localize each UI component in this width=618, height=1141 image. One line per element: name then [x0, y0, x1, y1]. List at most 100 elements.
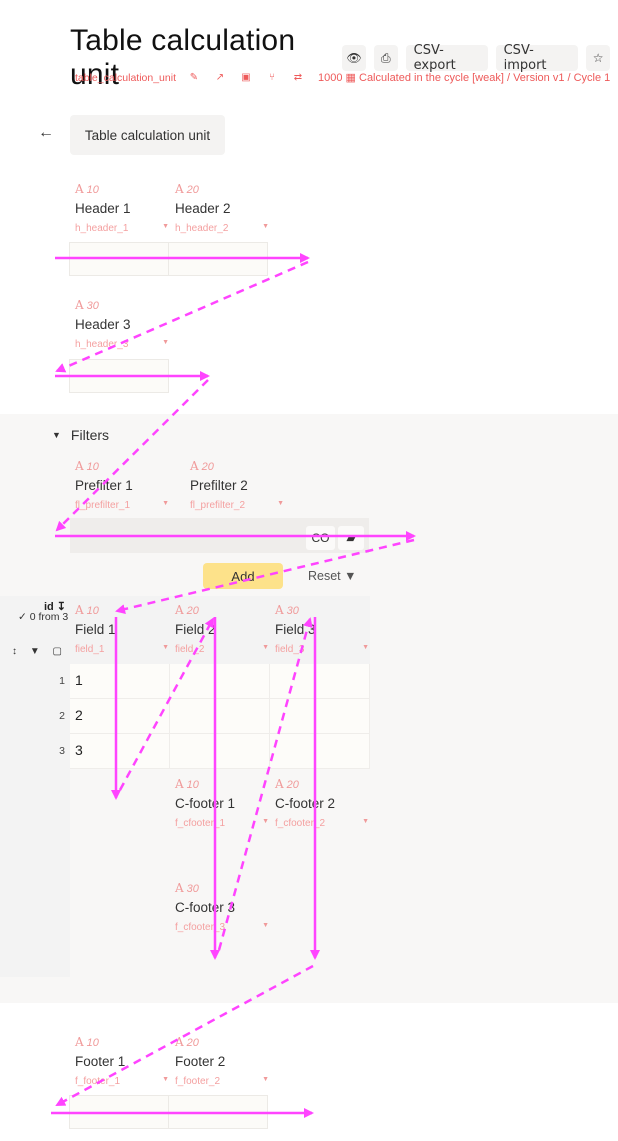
image-icon[interactable]: ▣	[240, 72, 252, 83]
caret-down-icon: ▼	[162, 223, 169, 230]
printer-icon: ⎙	[380, 50, 391, 65]
header-field: A 20 Header 2 h_header_2 ▼	[175, 182, 275, 234]
row-id[interactable]: 3	[40, 745, 65, 757]
column-header: A 20 Field 2 field_2 ▼	[175, 603, 275, 655]
breadcrumb[interactable]: Table calculation unit	[70, 115, 225, 155]
row-id[interactable]: 2	[40, 710, 65, 722]
header-value-cell[interactable]	[168, 242, 268, 276]
reset-button[interactable]: Reset ▼	[308, 569, 357, 583]
column-code-dropdown[interactable]: field_1 ▼	[75, 644, 175, 655]
type-icon: A	[175, 777, 184, 791]
footer-values-row	[69, 1095, 268, 1129]
footer-value-cell[interactable]	[69, 1095, 169, 1129]
add-button[interactable]: Add	[203, 563, 283, 589]
external-link-icon[interactable]: ↗	[214, 72, 226, 83]
field-label: Header 1	[75, 201, 131, 216]
type-icon: A	[75, 1035, 84, 1049]
caret-down-icon: ▼	[162, 500, 169, 507]
caret-down-icon: ▼	[162, 339, 169, 346]
table-row: 2	[70, 699, 370, 734]
favorite-button[interactable]: ☆	[586, 45, 611, 71]
caret-down-icon: ▼	[262, 1076, 269, 1083]
caret-down-icon: ▼	[362, 644, 369, 651]
field-code-dropdown[interactable]: h_header_2 ▼	[175, 223, 275, 234]
type-icon: A	[75, 603, 84, 617]
table-row: 3	[70, 734, 370, 769]
table-cell[interactable]	[270, 734, 370, 769]
table-cell[interactable]: 2	[70, 699, 170, 734]
field-label: Footer 2	[175, 1054, 226, 1069]
table-cell[interactable]	[270, 664, 370, 699]
print-button[interactable]: ⎙	[373, 45, 398, 71]
table-name-link[interactable]: table_calculation_unit	[75, 72, 176, 84]
shuffle-icon[interactable]: ⇄	[292, 72, 304, 83]
caret-down-icon: ▼	[362, 818, 369, 825]
hide-button[interactable]: 👁︎	[342, 45, 366, 71]
header-field: A 30 Header 3 h_header_3 ▼	[75, 298, 175, 350]
column-code-dropdown[interactable]: field_2 ▼	[175, 644, 275, 655]
column-footer-field: A 10 C-footer 1 f_cfooter_1 ▼	[175, 777, 275, 829]
table-cell[interactable]	[170, 699, 270, 734]
cycle-status[interactable]: Calculated in the cycle [weak] / Version…	[359, 72, 610, 84]
table-cell[interactable]	[170, 734, 270, 769]
caret-down-icon: ▼	[262, 818, 269, 825]
type-icon: A	[75, 182, 84, 196]
type-icon: A	[75, 459, 84, 473]
field-code-dropdown[interactable]: h_header_1 ▼	[75, 223, 175, 234]
table-cell[interactable]	[170, 664, 270, 699]
header-values-row	[69, 242, 268, 276]
field-code-dropdown[interactable]: fl_prefilter_2 ▼	[190, 500, 290, 511]
field-code-dropdown[interactable]: f_cfooter_3 ▼	[175, 922, 275, 933]
type-icon: A	[75, 298, 84, 312]
table-info-row: table_calculation_unit ✎ ↗ ▣ ⑂ ⇄ 1000 ▦ …	[75, 71, 610, 85]
arrow-left-icon[interactable]: ←	[38, 124, 54, 142]
type-icon: A	[275, 603, 284, 617]
field-code-dropdown[interactable]: f_footer_1 ▼	[75, 1076, 175, 1087]
table-cell[interactable]: 3	[70, 734, 170, 769]
column-footer-field: A 20 C-footer 2 f_cfooter_2 ▼	[275, 777, 375, 829]
field-code-dropdown[interactable]: f_cfooter_1 ▼	[175, 818, 275, 829]
filters-toggle[interactable]: ▼ Filters	[52, 427, 109, 443]
field-label: Footer 1	[75, 1054, 126, 1069]
footer-field: A 20 Footer 2 f_footer_2 ▼	[175, 1035, 275, 1087]
filter-icon[interactable]: ▼	[30, 646, 40, 657]
column-header: A 10 Field 1 field_1 ▼	[75, 603, 175, 655]
column-label: Field 1	[75, 622, 116, 637]
header-value-cell[interactable]	[69, 359, 169, 393]
field-code-dropdown[interactable]: f_cfooter_2 ▼	[275, 818, 375, 829]
field-code-dropdown[interactable]: fl_prefilter_1 ▼	[75, 500, 175, 511]
field-code-dropdown[interactable]: h_header_3 ▼	[75, 339, 175, 350]
table-cell[interactable]: 1	[70, 664, 170, 699]
caret-down-icon: ▼	[277, 500, 284, 507]
caret-down-icon: ▼	[262, 644, 269, 651]
csv-import-button[interactable]: CSV-import	[495, 43, 579, 73]
header-value-cell[interactable]	[69, 242, 169, 276]
prefilter-field: A 20 Prefilter 2 fl_prefilter_2 ▼	[190, 459, 290, 511]
eraser-icon: ▰	[346, 531, 356, 545]
type-icon: A	[175, 1035, 184, 1049]
type-icon: A	[175, 603, 184, 617]
eraser-button[interactable]: ▰	[338, 526, 364, 550]
fork-icon[interactable]: ⑂	[266, 72, 278, 83]
table-row: 1	[70, 664, 370, 699]
type-icon: A	[190, 459, 199, 473]
field-label: C-footer 3	[175, 900, 236, 915]
column-code-dropdown[interactable]: field_3 ▼	[275, 644, 375, 655]
field-label: Prefilter 2	[190, 478, 248, 493]
table-cell[interactable]	[270, 699, 370, 734]
type-icon: A	[175, 182, 184, 196]
sort-toggle-icon[interactable]: ↕	[12, 646, 17, 657]
field-code-dropdown[interactable]: f_footer_2 ▼	[175, 1076, 275, 1087]
csv-export-button[interactable]: CSV-export	[405, 43, 488, 73]
footer-field: A 10 Footer 1 f_footer_1 ▼	[75, 1035, 175, 1087]
row-id[interactable]: 1	[40, 675, 65, 687]
eye-slash-icon: 👁︎	[346, 51, 362, 65]
row-controls: ↕ ▼ ▢	[12, 646, 62, 657]
link-button[interactable]: CO	[306, 526, 335, 550]
select-all-checkbox[interactable]: ▢	[53, 646, 62, 657]
footer-value-cell[interactable]	[168, 1095, 268, 1129]
star-icon: ☆	[592, 51, 604, 65]
type-icon: A	[175, 881, 184, 895]
edit-icon[interactable]: ✎	[188, 72, 200, 83]
field-label: Prefilter 1	[75, 478, 133, 493]
